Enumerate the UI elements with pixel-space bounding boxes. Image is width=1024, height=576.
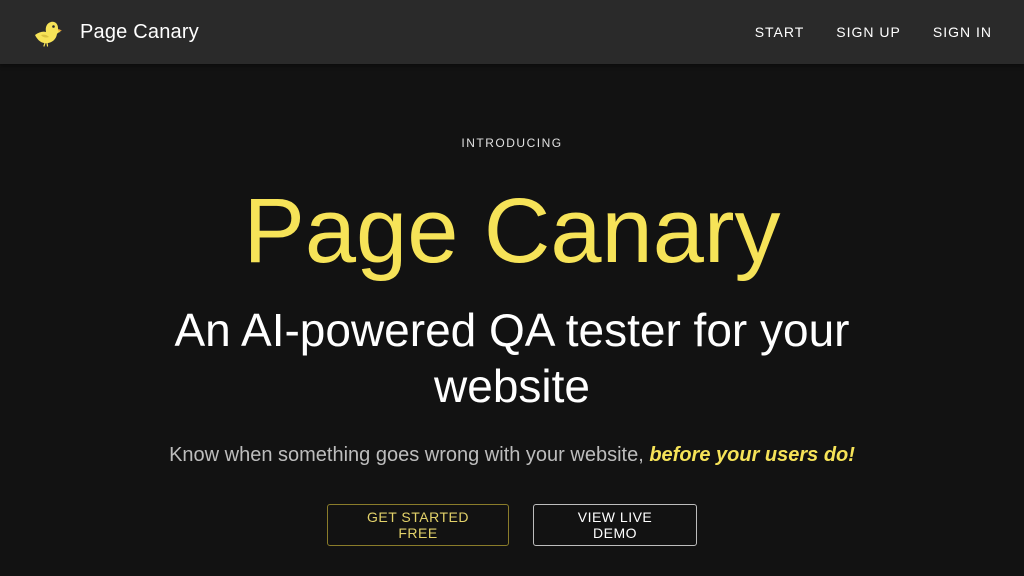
brand-name: Page Canary [80,20,199,43]
hero-subtitle: An AI-powered QA tester for your website [174,304,850,412]
nav-link-sign-up[interactable]: SIGN UP [820,16,917,48]
hero-tagline: Know when something goes wrong with your… [0,444,1024,467]
view-live-demo-button[interactable]: VIEW LIVE DEMO [533,504,697,546]
get-started-free-button[interactable]: GET STARTED FREE [327,504,509,546]
canary-bird-icon [35,21,62,47]
tagline-text: Know when something goes wrong with your… [169,444,650,466]
hero-title: Page Canary [243,180,781,282]
nav-link-start[interactable]: START [739,16,821,48]
brand-home-link[interactable]: Page Canary [32,16,199,48]
hero-section: INTRODUCING Page Canary An AI-powered QA… [0,64,1024,576]
hero-kicker: INTRODUCING [461,136,563,150]
tagline-emphasis: before your users do! [649,444,855,466]
top-navbar: Page Canary START SIGN UP SIGN IN [0,0,1024,64]
nav-links: START SIGN UP SIGN IN [739,16,1008,48]
cta-row: GET STARTED FREE VIEW LIVE DEMO [0,504,1024,546]
nav-link-sign-in[interactable]: SIGN IN [917,16,1008,48]
